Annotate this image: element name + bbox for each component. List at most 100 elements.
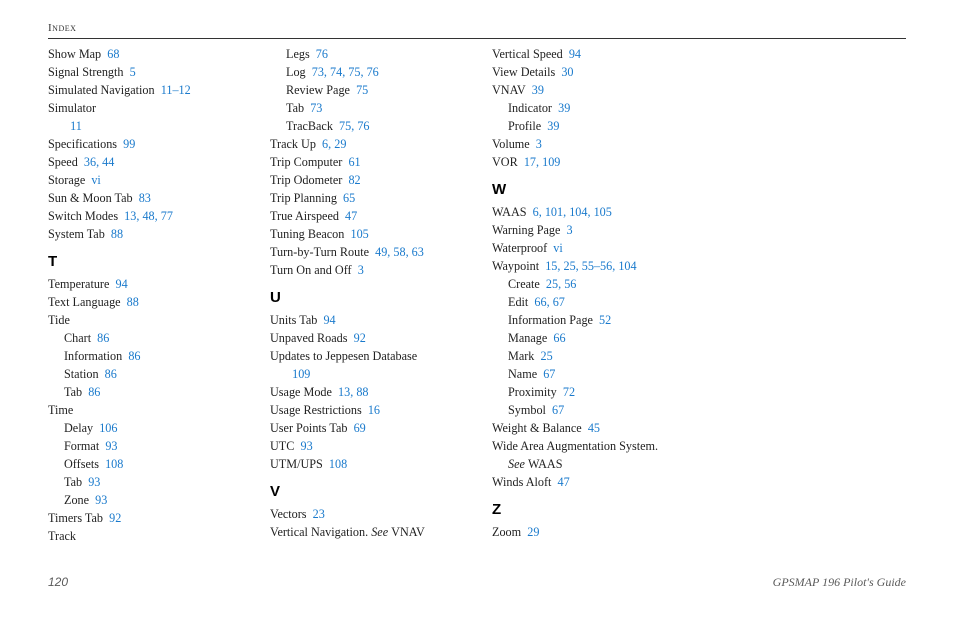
- page-reference-link[interactable]: 52: [599, 313, 611, 327]
- page-reference-link[interactable]: 67: [543, 367, 555, 381]
- header-rule: [48, 38, 906, 39]
- see-label: See: [371, 525, 391, 539]
- page-reference-link[interactable]: 49, 58, 63: [375, 245, 424, 259]
- page-reference-link[interactable]: 29: [527, 525, 539, 539]
- page-reference-link[interactable]: 3: [536, 137, 542, 151]
- page-reference-link[interactable]: 88: [127, 295, 139, 309]
- index-entry: Track: [48, 527, 240, 545]
- index-subentry: Tab 73: [286, 99, 462, 117]
- page-reference-link[interactable]: 93: [88, 475, 100, 489]
- page-reference-link[interactable]: 13, 48, 77: [124, 209, 173, 223]
- page-reference-link[interactable]: 45: [588, 421, 600, 435]
- page-reference-link[interactable]: 23: [313, 507, 325, 521]
- page-reference-link[interactable]: 39: [558, 101, 570, 115]
- page-reference-link[interactable]: 99: [123, 137, 135, 151]
- page-reference-link[interactable]: 108: [105, 457, 123, 471]
- index-entry: Temperature 94: [48, 275, 240, 293]
- index-subentry: Format 93: [64, 437, 240, 455]
- entry-term: Trip Odometer: [270, 173, 342, 187]
- page-reference-link[interactable]: 94: [116, 277, 128, 291]
- page-reference-link[interactable]: 88: [111, 227, 123, 241]
- page-reference-link[interactable]: 16: [368, 403, 380, 417]
- page-reference-link[interactable]: 92: [109, 511, 121, 525]
- page-reference-link[interactable]: vi: [91, 173, 100, 187]
- page-reference-link[interactable]: 6, 101, 104, 105: [533, 205, 612, 219]
- page-reference-link[interactable]: 93: [300, 439, 312, 453]
- index-page: Index Show Map 68Signal Strength 5Simula…: [0, 0, 954, 618]
- page-reference-link[interactable]: 3: [567, 223, 573, 237]
- page-reference-link[interactable]: 66: [553, 331, 565, 345]
- page-reference-link[interactable]: 47: [558, 475, 570, 489]
- entry-term: UTM/UPS: [270, 457, 323, 471]
- page-reference-link[interactable]: 11: [70, 119, 82, 133]
- page-reference-link[interactable]: 68: [107, 47, 119, 61]
- entry-term: Name: [508, 367, 537, 381]
- page-reference-link[interactable]: 36, 44: [84, 155, 114, 169]
- page-reference-link[interactable]: 82: [348, 173, 360, 187]
- page-reference-link[interactable]: 76: [316, 47, 328, 61]
- entry-term: Edit: [508, 295, 528, 309]
- page-reference-link[interactable]: 13, 88: [338, 385, 368, 399]
- page-reference-link[interactable]: 86: [88, 385, 100, 399]
- page-reference-link[interactable]: 106: [99, 421, 117, 435]
- page-reference-link[interactable]: 25: [541, 349, 553, 363]
- entry-term: User Points Tab: [270, 421, 347, 435]
- index-entry: Simulator: [48, 99, 240, 117]
- index-entry: Vectors 23: [270, 505, 462, 523]
- page-reference-link[interactable]: 86: [97, 331, 109, 345]
- page-reference-link[interactable]: 61: [348, 155, 360, 169]
- page-reference-link[interactable]: 105: [350, 227, 368, 241]
- page-reference-link[interactable]: 73: [310, 101, 322, 115]
- entry-term: Trip Planning: [270, 191, 337, 205]
- page-reference-link[interactable]: 5: [130, 65, 136, 79]
- page-reference-link[interactable]: 17, 109: [524, 155, 561, 169]
- page-reference-link[interactable]: 39: [547, 119, 559, 133]
- page-reference-link[interactable]: 3: [358, 263, 364, 277]
- page-reference-link[interactable]: 75, 76: [339, 119, 369, 133]
- page-reference-link[interactable]: 73, 74, 75, 76: [312, 65, 379, 79]
- page-reference-link[interactable]: 93: [105, 439, 117, 453]
- index-subentry: Delay 106: [64, 419, 240, 437]
- page-reference-link[interactable]: 94: [569, 47, 581, 61]
- index-entry: Wide Area Augmentation System.: [492, 437, 684, 455]
- index-entry: System Tab 88: [48, 225, 240, 243]
- index-subentry: 11: [64, 117, 240, 135]
- page-reference-link[interactable]: 109: [292, 367, 310, 381]
- index-subentry: Information 86: [64, 347, 240, 365]
- page-reference-link[interactable]: 86: [105, 367, 117, 381]
- entry-term: Track: [48, 529, 76, 543]
- entry-term: Zoom: [492, 525, 521, 539]
- entry-term: Format: [64, 439, 99, 453]
- page-reference-link[interactable]: 92: [354, 331, 366, 345]
- index-subentry: Tab 93: [64, 473, 240, 491]
- page-reference-link[interactable]: 94: [323, 313, 335, 327]
- index-see-entry: Vertical Navigation. See VNAV: [270, 523, 462, 541]
- page-reference-link[interactable]: 86: [128, 349, 140, 363]
- page-reference-link[interactable]: 6, 29: [322, 137, 346, 151]
- index-entry: Turn-by-Turn Route 49, 58, 63: [270, 243, 462, 261]
- index-entry: Storage vi: [48, 171, 240, 189]
- index-subentry: Mark 25: [508, 347, 684, 365]
- page-reference-link[interactable]: 66, 67: [534, 295, 564, 309]
- page-reference-link[interactable]: 93: [95, 493, 107, 507]
- page-reference-link[interactable]: 30: [561, 65, 573, 79]
- page-reference-link[interactable]: 69: [354, 421, 366, 435]
- page-reference-link[interactable]: 72: [563, 385, 575, 399]
- index-entry: Waypoint 15, 25, 55–56, 104: [492, 257, 684, 275]
- page-reference-link[interactable]: 108: [329, 457, 347, 471]
- page-reference-link[interactable]: 83: [139, 191, 151, 205]
- page-reference-link[interactable]: 39: [532, 83, 544, 97]
- index-subentry: Offsets 108: [64, 455, 240, 473]
- entry-term: Log: [286, 65, 306, 79]
- page-reference-link[interactable]: 15, 25, 55–56, 104: [545, 259, 636, 273]
- page-reference-link[interactable]: 25, 56: [546, 277, 576, 291]
- page-reference-link[interactable]: 75: [356, 83, 368, 97]
- entry-term: View Details: [492, 65, 555, 79]
- page-reference-link[interactable]: 47: [345, 209, 357, 223]
- page-reference-link[interactable]: 65: [343, 191, 355, 205]
- page-reference-link[interactable]: 11–12: [161, 83, 191, 97]
- index-entry: Time: [48, 401, 240, 419]
- page-reference-link[interactable]: vi: [553, 241, 562, 255]
- entry-term: Tab: [64, 385, 82, 399]
- page-reference-link[interactable]: 67: [552, 403, 564, 417]
